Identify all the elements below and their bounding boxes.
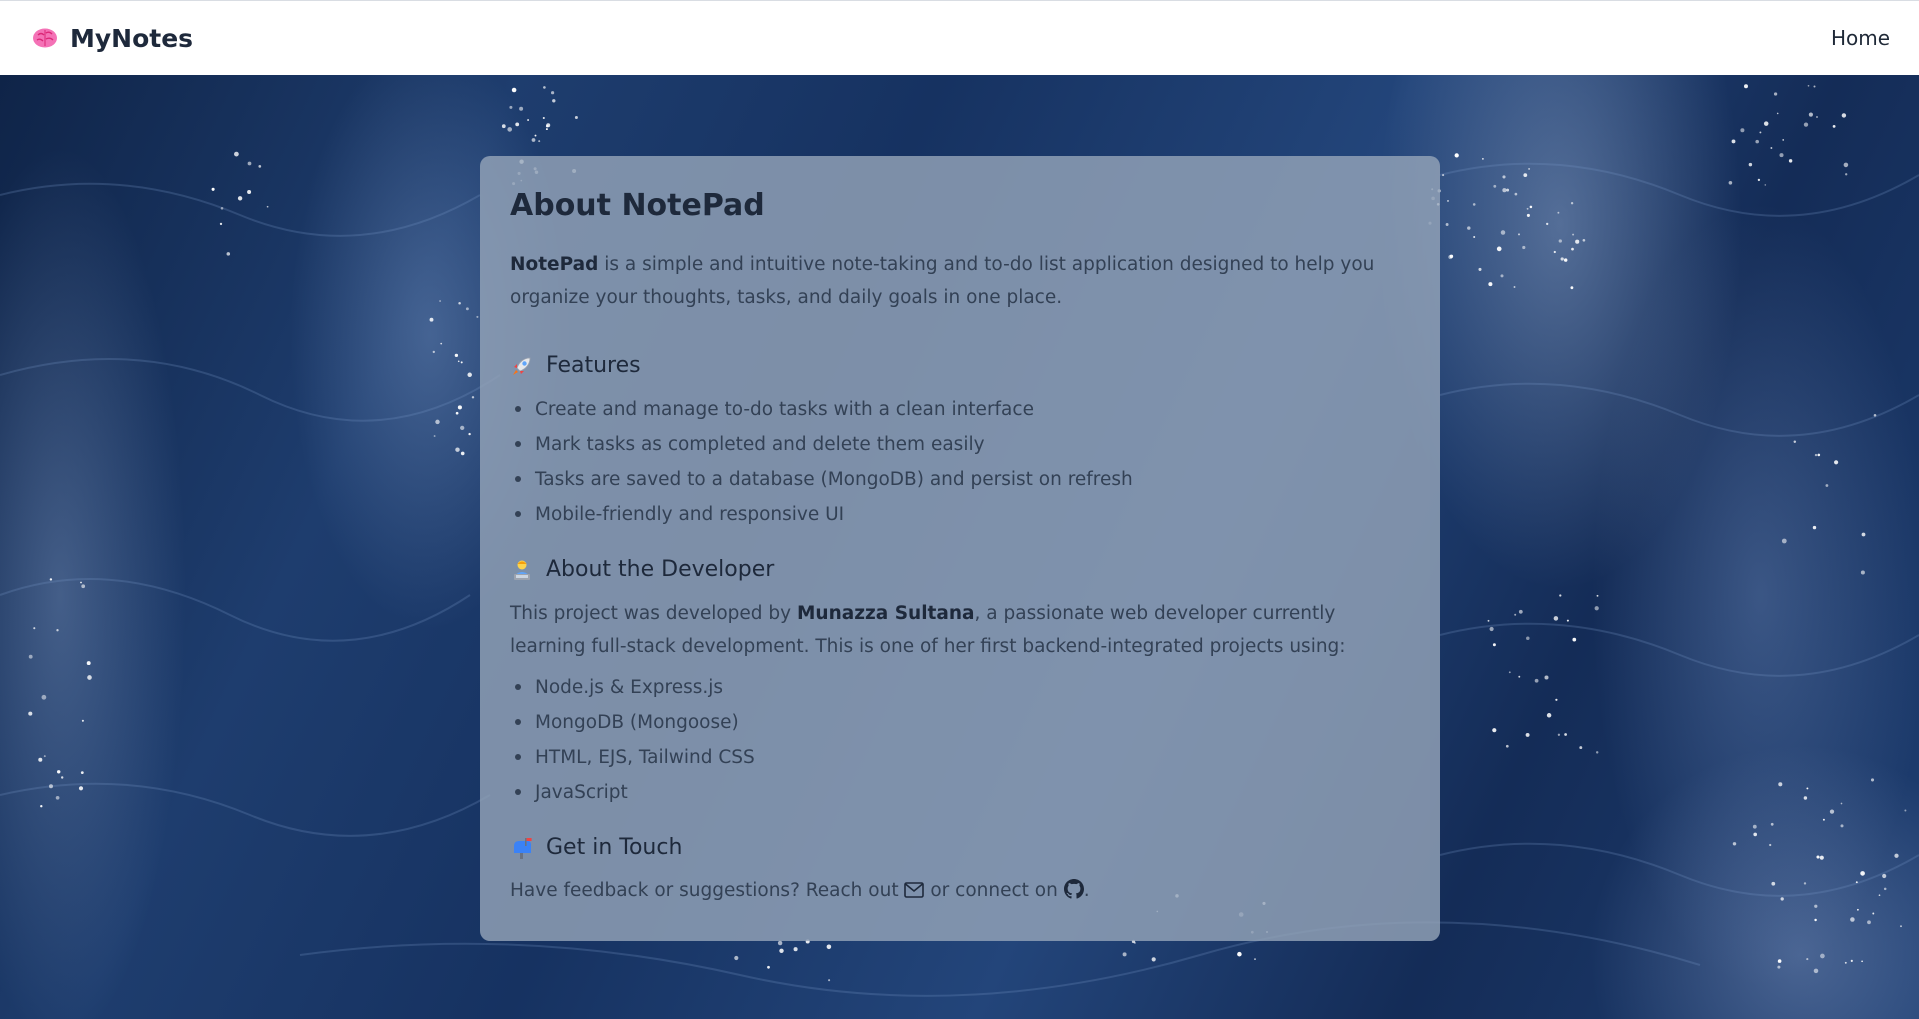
features-heading: Features — [510, 350, 1410, 382]
rocket-icon — [510, 354, 534, 378]
list-item: Tasks are saved to a database (MongoDB) … — [515, 462, 1410, 497]
developer-heading: About the Developer — [510, 554, 1410, 586]
developer-text-before: This project was developed by — [510, 603, 797, 624]
list-item: Mark tasks as completed and delete them … — [515, 427, 1410, 462]
intro-text: is a simple and intuitive note-taking an… — [510, 254, 1375, 308]
developer-name: Munazza Sultana — [797, 603, 975, 624]
navbar: MyNotes Home — [0, 0, 1919, 75]
brand-name: MyNotes — [70, 23, 194, 53]
list-item: MongoDB (Mongoose) — [515, 705, 1410, 740]
list-item: Mobile-friendly and responsive UI — [515, 497, 1410, 532]
mailbox-icon — [510, 836, 534, 860]
brain-icon — [32, 27, 58, 49]
intro-paragraph: NotePad is a simple and intuitive note-t… — [510, 248, 1410, 314]
contact-text-middle: or connect on — [924, 880, 1064, 901]
contact-heading: Get in Touch — [510, 832, 1410, 864]
contact-paragraph: Have feedback or suggestions? Reach out … — [510, 874, 1410, 907]
envelope-icon[interactable] — [904, 877, 925, 898]
contact-text-after: . — [1083, 880, 1090, 901]
developer-icon — [510, 558, 534, 582]
contact-text-before: Have feedback or suggestions? Reach out — [510, 880, 905, 901]
home-link[interactable]: Home — [1831, 26, 1890, 50]
developer-heading-label: About the Developer — [546, 557, 775, 582]
about-card: About NotePad NotePad is a simple and in… — [480, 156, 1440, 941]
list-item: JavaScript — [515, 775, 1410, 810]
github-icon[interactable] — [1063, 877, 1084, 899]
list-item: Create and manage to-do tasks with a cle… — [515, 392, 1410, 427]
contact-heading-label: Get in Touch — [546, 835, 683, 860]
app-name: NotePad — [510, 254, 599, 275]
features-heading-label: Features — [546, 353, 641, 378]
developer-paragraph: This project was developed by Munazza Su… — [510, 597, 1410, 663]
page-title: About NotePad — [510, 188, 765, 223]
tech-stack-list: Node.js & Express.js MongoDB (Mongoose) … — [510, 670, 1410, 810]
brand[interactable]: MyNotes — [32, 24, 193, 53]
features-list: Create and manage to-do tasks with a cle… — [510, 392, 1410, 532]
list-item: HTML, EJS, Tailwind CSS — [515, 740, 1410, 775]
list-item: Node.js & Express.js — [515, 670, 1410, 705]
